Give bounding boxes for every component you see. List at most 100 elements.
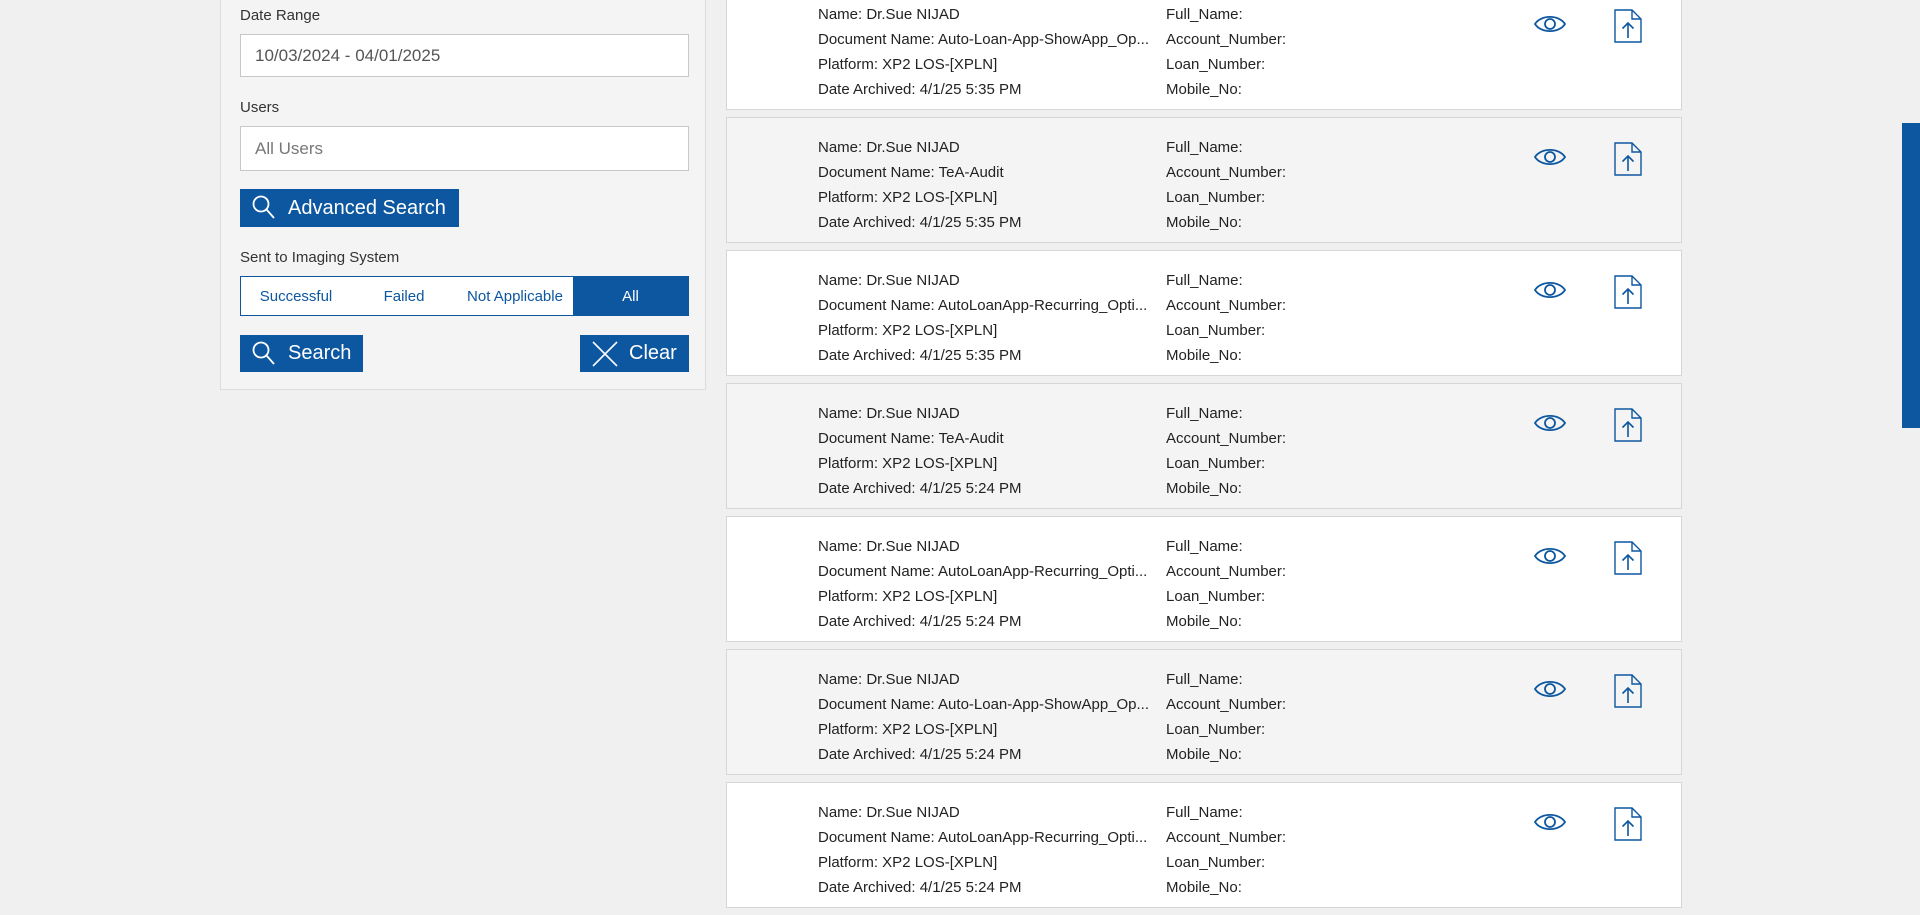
record-date-archived: Date Archived: 4/1/25 5:24 PM bbox=[818, 746, 1022, 763]
record-platform: Platform: XP2 LOS-[XPLN] bbox=[818, 854, 998, 871]
record-loan-number: Loan_Number: bbox=[1166, 56, 1266, 73]
record-account-number: Account_Number: bbox=[1166, 829, 1287, 846]
record-document-name: Document Name: TeA-Audit bbox=[818, 164, 1004, 181]
record-account-number: Account_Number: bbox=[1166, 164, 1287, 181]
record-platform: Platform: XP2 LOS-[XPLN] bbox=[818, 455, 998, 472]
scrollbar-thumb[interactable] bbox=[1902, 123, 1920, 428]
record-account-number: Account_Number: bbox=[1166, 31, 1287, 48]
record-loan-number: Loan_Number: bbox=[1166, 322, 1266, 339]
file-upload-icon[interactable] bbox=[1614, 408, 1642, 447]
record-date-archived: Date Archived: 4/1/25 5:24 PM bbox=[818, 879, 1022, 896]
file-upload-icon[interactable] bbox=[1614, 142, 1642, 181]
record-document-name: Document Name: AutoLoanApp-Recurring_Opt… bbox=[818, 829, 1148, 846]
result-card: Name: Dr.Sue NIJAD Document Name: Auto-Lo… bbox=[726, 649, 1682, 775]
eye-icon[interactable] bbox=[1533, 279, 1567, 306]
result-card: Name: Dr.Sue NIJAD Document Name: TeA-Aud… bbox=[726, 383, 1682, 509]
record-loan-number: Loan_Number: bbox=[1166, 721, 1266, 738]
record-full-name: Full_Name: bbox=[1166, 139, 1243, 156]
record-date-archived: Date Archived: 4/1/25 5:35 PM bbox=[818, 81, 1022, 98]
record-date-archived: Date Archived: 4/1/25 5:35 PM bbox=[818, 214, 1022, 231]
record-mobile-no: Mobile_No: bbox=[1166, 214, 1242, 231]
imaging-option-all[interactable]: All bbox=[573, 277, 688, 315]
record-document-name: Document Name: AutoLoanApp-Recurring_Opt… bbox=[818, 297, 1148, 314]
search-icon bbox=[252, 341, 276, 367]
record-mobile-no: Mobile_No: bbox=[1166, 613, 1242, 630]
record-name: Name: Dr.Sue NIJAD bbox=[818, 139, 960, 156]
result-card: Name: Dr.Sue NIJAD Document Name: TeA-Aud… bbox=[726, 117, 1682, 243]
date-range-input[interactable] bbox=[240, 34, 689, 77]
file-upload-icon[interactable] bbox=[1614, 541, 1642, 580]
record-platform: Platform: XP2 LOS-[XPLN] bbox=[818, 322, 998, 339]
record-full-name: Full_Name: bbox=[1166, 272, 1243, 289]
imaging-option-not-applicable[interactable]: Not Applicable bbox=[457, 277, 573, 315]
search-button[interactable]: Search bbox=[240, 335, 363, 372]
record-date-archived: Date Archived: 4/1/25 5:24 PM bbox=[818, 480, 1022, 497]
record-details: Name: Dr.Sue NIJAD Document Name: TeA-Aud… bbox=[818, 401, 1156, 501]
record-mobile-no: Mobile_No: bbox=[1166, 879, 1242, 896]
record-account-number: Account_Number: bbox=[1166, 563, 1287, 580]
result-card: Name: Dr.Sue NIJAD Document Name: AutoLoa… bbox=[726, 250, 1682, 376]
record-fields: Full_Name: Account_Number: Loan_Number: Mob… bbox=[1166, 401, 1366, 501]
eye-icon[interactable] bbox=[1533, 412, 1567, 439]
result-card: Name: Dr.Sue NIJAD Document Name: AutoLoa… bbox=[726, 516, 1682, 642]
record-document-name: Document Name: AutoLoanApp-Recurring_Opt… bbox=[818, 563, 1148, 580]
record-details: Name: Dr.Sue NIJAD Document Name: AutoLoa… bbox=[818, 534, 1156, 634]
imaging-option-successful[interactable]: Successful bbox=[241, 277, 351, 315]
record-date-archived: Date Archived: 4/1/25 5:35 PM bbox=[818, 347, 1022, 364]
record-account-number: Account_Number: bbox=[1166, 430, 1287, 447]
record-name: Name: Dr.Sue NIJAD bbox=[818, 538, 960, 555]
record-account-number: Account_Number: bbox=[1166, 696, 1287, 713]
close-icon bbox=[592, 340, 618, 367]
record-document-name: Document Name: Auto-Loan-App-ShowApp_Op.… bbox=[818, 696, 1150, 713]
users-input[interactable] bbox=[240, 126, 689, 171]
record-platform: Platform: XP2 LOS-[XPLN] bbox=[818, 189, 998, 206]
record-platform: Platform: XP2 LOS-[XPLN] bbox=[818, 721, 998, 738]
record-fields: Full_Name: Account_Number: Loan_Number: Mob… bbox=[1166, 2, 1366, 102]
record-name: Name: Dr.Sue NIJAD bbox=[818, 671, 960, 688]
search-icon bbox=[252, 195, 276, 221]
record-full-name: Full_Name: bbox=[1166, 6, 1243, 23]
filter-panel: Date Range Users Advanced Search Sent to… bbox=[220, 0, 706, 390]
record-fields: Full_Name: Account_Number: Loan_Number: Mob… bbox=[1166, 800, 1366, 900]
record-details: Name: Dr.Sue NIJAD Document Name: Auto-Lo… bbox=[818, 2, 1156, 102]
record-mobile-no: Mobile_No: bbox=[1166, 81, 1242, 98]
advanced-search-label: Advanced Search bbox=[288, 196, 446, 219]
clear-button[interactable]: Clear bbox=[580, 335, 689, 372]
result-card: Name: Dr.Sue NIJAD Document Name: Auto-Lo… bbox=[726, 0, 1682, 110]
record-loan-number: Loan_Number: bbox=[1166, 854, 1266, 871]
clear-button-label: Clear bbox=[629, 342, 677, 364]
record-name: Name: Dr.Sue NIJAD bbox=[818, 6, 960, 23]
eye-icon[interactable] bbox=[1533, 678, 1567, 705]
record-name: Name: Dr.Sue NIJAD bbox=[818, 405, 960, 422]
search-button-label: Search bbox=[288, 342, 352, 364]
results-list: Name: Dr.Sue NIJAD Document Name: Auto-Lo… bbox=[726, 0, 1682, 915]
record-mobile-no: Mobile_No: bbox=[1166, 480, 1242, 497]
record-full-name: Full_Name: bbox=[1166, 538, 1243, 555]
record-loan-number: Loan_Number: bbox=[1166, 588, 1266, 605]
eye-icon[interactable] bbox=[1533, 13, 1567, 40]
record-mobile-no: Mobile_No: bbox=[1166, 746, 1242, 763]
file-upload-icon[interactable] bbox=[1614, 807, 1642, 846]
eye-icon[interactable] bbox=[1533, 545, 1567, 572]
record-fields: Full_Name: Account_Number: Loan_Number: Mob… bbox=[1166, 135, 1366, 235]
file-upload-icon[interactable] bbox=[1614, 9, 1642, 48]
file-upload-icon[interactable] bbox=[1614, 275, 1642, 314]
record-document-name: Document Name: Auto-Loan-App-ShowApp_Op.… bbox=[818, 31, 1150, 48]
imaging-status-toggle: Successful Failed Not Applicable All bbox=[240, 276, 689, 316]
eye-icon[interactable] bbox=[1533, 146, 1567, 173]
record-details: Name: Dr.Sue NIJAD Document Name: AutoLoa… bbox=[818, 268, 1156, 368]
record-fields: Full_Name: Account_Number: Loan_Number: Mob… bbox=[1166, 667, 1366, 767]
record-full-name: Full_Name: bbox=[1166, 405, 1243, 422]
imaging-option-failed[interactable]: Failed bbox=[351, 277, 457, 315]
result-card: Name: Dr.Sue NIJAD Document Name: AutoLoa… bbox=[726, 782, 1682, 908]
file-upload-icon[interactable] bbox=[1614, 674, 1642, 713]
record-mobile-no: Mobile_No: bbox=[1166, 347, 1242, 364]
record-platform: Platform: XP2 LOS-[XPLN] bbox=[818, 56, 998, 73]
date-range-label: Date Range bbox=[240, 7, 321, 24]
advanced-search-button[interactable]: Advanced Search bbox=[240, 189, 459, 227]
record-details: Name: Dr.Sue NIJAD Document Name: Auto-Lo… bbox=[818, 667, 1156, 767]
record-full-name: Full_Name: bbox=[1166, 804, 1243, 821]
record-date-archived: Date Archived: 4/1/25 5:24 PM bbox=[818, 613, 1022, 630]
eye-icon[interactable] bbox=[1533, 811, 1567, 838]
record-details: Name: Dr.Sue NIJAD Document Name: TeA-Aud… bbox=[818, 135, 1156, 235]
